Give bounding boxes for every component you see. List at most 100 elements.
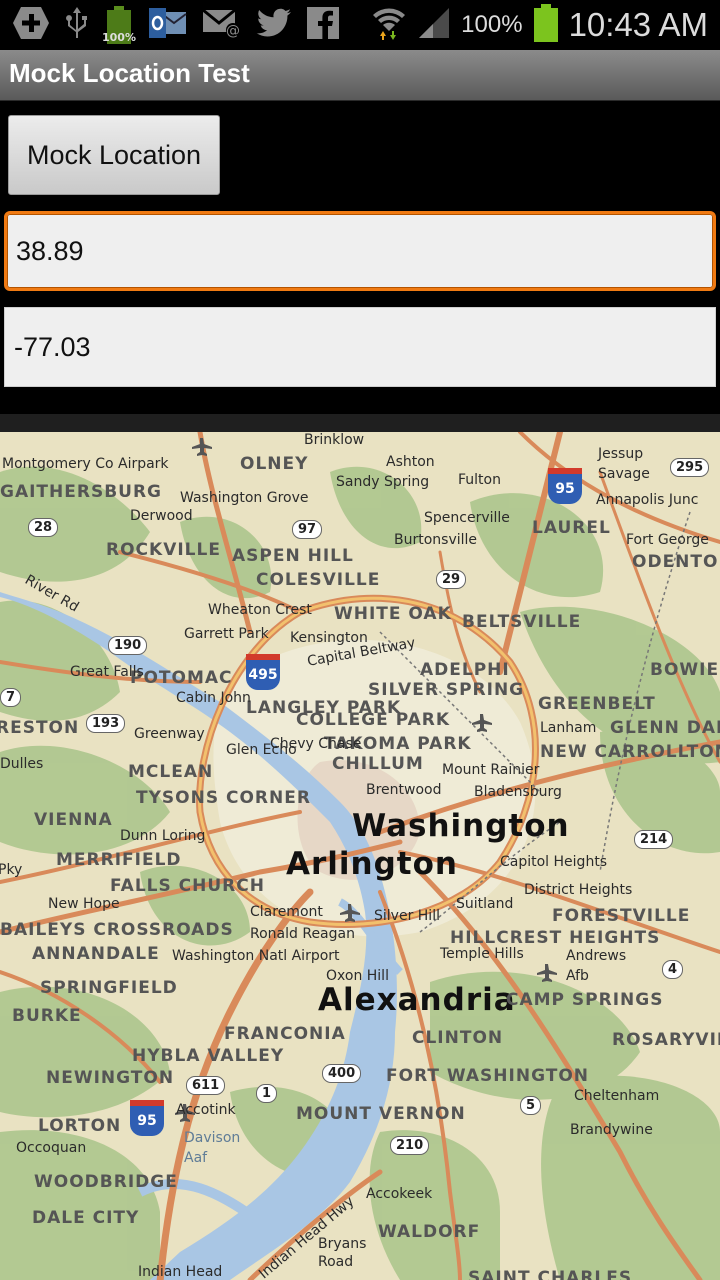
- facebook-icon: [306, 6, 340, 44]
- map-label-town: MCLEAN: [128, 762, 214, 782]
- interstate-shield: 95: [130, 1100, 164, 1136]
- map-label-place: Oxon Hill: [326, 968, 389, 984]
- map-label-town: ODENTON: [632, 552, 720, 572]
- map-label-town: ASPEN HILL: [232, 546, 354, 566]
- map-label-place: Brandywine: [570, 1122, 653, 1138]
- map-label-town: LORTON: [38, 1116, 122, 1136]
- battery-full-icon: 100%: [102, 6, 136, 44]
- route-shield: 295: [670, 458, 710, 477]
- map-label-town: BELTSVILLE: [462, 612, 582, 632]
- usb-icon: [64, 5, 90, 45]
- map-label-place: Lanham: [540, 720, 597, 736]
- map-label-place: New Hope: [48, 896, 120, 912]
- map-label-town: HYBLA VALLEY: [132, 1046, 285, 1066]
- map-label-town: ROCKVILLE: [106, 540, 221, 560]
- map-label-place: Spencerville: [424, 510, 510, 526]
- map-label-town: LAUREL: [532, 518, 611, 538]
- battery-icon: [533, 4, 559, 46]
- map-label-town: NEW CARROLLTON: [540, 742, 720, 762]
- route-shield: 97: [292, 520, 323, 539]
- map-label-place: Suitland: [456, 896, 514, 912]
- map-label-place: Indian Head: [138, 1264, 223, 1280]
- map-label-town: FORT WASHINGTON: [386, 1066, 590, 1086]
- route-shield: 400: [322, 1064, 362, 1083]
- map-label-town: HILLCREST HEIGHTS: [450, 928, 661, 948]
- map-label-place: Burtonsville: [394, 532, 478, 548]
- route-shield: 29: [436, 570, 467, 589]
- latitude-input[interactable]: 38.89: [4, 211, 716, 291]
- map-label-town: BOWIE: [650, 660, 720, 680]
- route-shield: 611: [186, 1076, 226, 1095]
- map-label-alexandria: Alexandria: [318, 982, 516, 1018]
- route-shield: 190: [108, 636, 148, 655]
- map-label-town: MERRIFIELD: [56, 850, 182, 870]
- map-label-washington: Washington: [352, 808, 570, 844]
- map-label-town: GAITHERSBURG: [0, 482, 163, 502]
- wifi-icon: [371, 5, 407, 45]
- map-label-place: Ronald Reagan: [250, 926, 355, 942]
- route-shield: 5: [520, 1096, 542, 1115]
- map-label-place: Andrews: [566, 948, 627, 964]
- map-label-place: District Heights: [524, 882, 633, 898]
- map-label-town: FORESTVILLE: [552, 906, 691, 926]
- map-label-town: RESTON: [0, 718, 80, 738]
- route-shield: 28: [28, 518, 59, 537]
- map-label-town: ROSARYVILLE: [612, 1030, 720, 1050]
- route-shield: 193: [86, 714, 126, 733]
- map-label-place: Savage: [598, 466, 650, 482]
- status-bar: 100% @ 100% 10:43 AM: [0, 0, 720, 50]
- map-label-place: Kensington: [290, 630, 368, 646]
- map-label-town: GREENBELT: [538, 694, 656, 714]
- title-bar: Mock Location Test: [0, 50, 720, 101]
- map-label-town: WHITE OAK: [334, 604, 452, 624]
- map-label-place: Sandy Spring: [336, 474, 430, 490]
- route-shield: 210: [390, 1136, 430, 1155]
- map-label-town: POTOMAC: [130, 668, 233, 688]
- route-shield: 4: [662, 960, 684, 979]
- map-label-place: Montgomery Co Airpark: [2, 456, 169, 472]
- email-icon: @: [202, 8, 242, 42]
- map-label-town: DALE CITY: [32, 1208, 140, 1228]
- map-label-town: CHILLUM: [332, 754, 424, 774]
- map-label-place: Brinklow: [304, 432, 365, 448]
- map-label-place: Aaf: [184, 1150, 208, 1166]
- longitude-input[interactable]: -77.03: [4, 307, 716, 387]
- map-label-town: VIENNA: [34, 810, 113, 830]
- map-label-town: SAINT CHARLES: [468, 1268, 633, 1280]
- mock-location-button[interactable]: Mock Location: [8, 115, 220, 195]
- map-label-place: Bladensburg: [474, 784, 562, 800]
- app-title: Mock Location Test: [9, 58, 250, 88]
- map-label-town: FRANCONIA: [224, 1024, 346, 1044]
- map-label-town: CAMP SPRINGS: [506, 990, 664, 1010]
- map-label-place: Fulton: [458, 472, 501, 488]
- map-label-place: Fort George: [626, 532, 709, 548]
- map-label-place: Cabin John: [176, 690, 251, 706]
- map-label-place: Washington Grove: [180, 490, 309, 506]
- map-label-town: ANNANDALE: [32, 944, 160, 964]
- map-label-place: Bryans: [318, 1236, 367, 1252]
- route-shield: 214: [634, 830, 674, 849]
- map-label-town: CLINTON: [412, 1028, 504, 1048]
- map-label-place: Temple Hills: [440, 946, 524, 962]
- map-label-place: Wheaton Crest: [208, 602, 312, 618]
- map-label-place: Afb: [566, 968, 589, 984]
- battery-small-label: 100%: [102, 31, 136, 44]
- clock: 10:43 AM: [568, 6, 708, 43]
- map-label-town: SPRINGFIELD: [40, 978, 178, 998]
- map-label-town: FALLS CHURCH: [110, 876, 265, 896]
- map-label-place: Greenway: [134, 726, 205, 742]
- map-label-place: Silver Hill: [374, 908, 440, 924]
- map-view[interactable]: Washington Arlington Alexandria OLNEY GA…: [0, 432, 720, 1280]
- map-label-place: Dunn Loring: [120, 828, 206, 844]
- map-label-town: NEWINGTON: [46, 1068, 175, 1088]
- map-label-town: COLESVILLE: [256, 570, 381, 590]
- map-label-place: Cheltenham: [574, 1088, 660, 1104]
- map-label-place: Road: [318, 1254, 354, 1270]
- map-label-town: ADELPHI: [420, 660, 510, 680]
- battery-percent: 100%: [461, 11, 523, 38]
- route-shield: 1: [256, 1084, 278, 1103]
- map-label-place: Derwood: [130, 508, 193, 524]
- route-shield: 7: [0, 688, 22, 707]
- add-icon: [12, 5, 50, 45]
- map-label-place: Great Falls: [70, 664, 144, 680]
